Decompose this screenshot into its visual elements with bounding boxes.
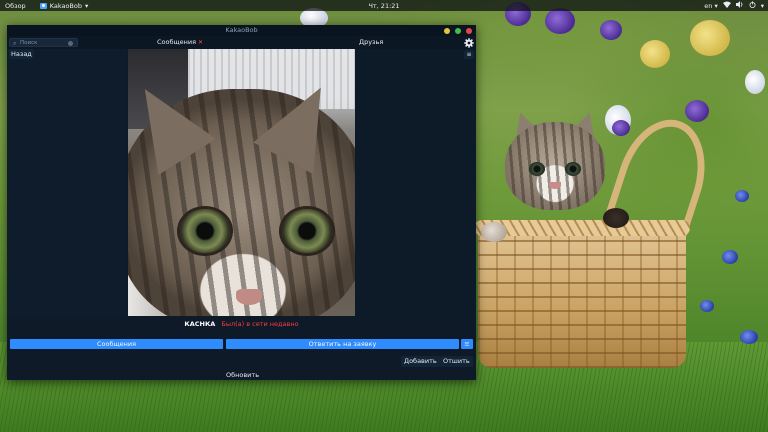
system-tray: en ▾ ▾	[704, 0, 764, 11]
unread-badge: ✕	[198, 39, 204, 46]
clock[interactable]: Чт, 21:21	[0, 2, 768, 10]
app-window: KakaoBob ⌕ Сообщения✕ Друзья Назад	[7, 25, 476, 380]
minimize-button[interactable]	[444, 27, 450, 34]
maximize-button[interactable]	[455, 27, 461, 34]
profile-info: КАСНКА Был(а) в сети недавно	[7, 317, 476, 331]
close-button[interactable]	[466, 27, 472, 34]
flower	[545, 8, 575, 34]
flower	[685, 100, 709, 122]
flower	[745, 70, 765, 94]
reply-request-button[interactable]: Ответить на заявку	[226, 339, 459, 349]
search-icon: ⌕	[13, 40, 17, 47]
profile-photo[interactable]	[128, 49, 355, 316]
power-icon[interactable]	[749, 1, 756, 10]
clear-search-icon[interactable]	[68, 40, 73, 46]
flower	[690, 20, 730, 56]
search-box[interactable]: ⌕	[9, 38, 78, 47]
flower	[735, 190, 749, 202]
volume-icon[interactable]	[735, 1, 744, 10]
flower	[722, 250, 738, 264]
language-label: en	[704, 1, 713, 10]
search-input[interactable]	[20, 39, 66, 46]
online-status: Был(а) в сети недавно	[221, 320, 299, 328]
flower	[700, 300, 714, 312]
messages-button[interactable]: Сообщения	[10, 339, 223, 349]
app-menu-label: KakaoBob	[49, 1, 82, 10]
left-panel: Назад	[7, 49, 127, 317]
network-icon[interactable]	[722, 1, 731, 10]
tab-messages-label: Сообщения	[157, 38, 197, 46]
add-button[interactable]: Добавить	[401, 356, 440, 367]
flower	[640, 40, 670, 68]
back-button[interactable]: Назад	[9, 49, 34, 59]
cat-face	[128, 71, 355, 316]
profile-viewer: ≡	[127, 49, 476, 317]
language-indicator[interactable]: en ▾	[704, 2, 717, 10]
hamburger-icon[interactable]: ≡	[461, 339, 473, 349]
kitten	[481, 107, 629, 242]
tab-messages[interactable]: Сообщения ✕	[157, 36, 203, 49]
reject-button[interactable]: Отшить	[440, 356, 473, 367]
app-icon	[39, 2, 47, 9]
window-titlebar[interactable]: KakaoBob	[7, 25, 476, 36]
gear-icon[interactable]	[464, 37, 474, 48]
activities-button[interactable]: Обзор	[5, 2, 26, 10]
app-menu[interactable]: KakaoBob ▾	[39, 1, 89, 10]
window-title: KakaoBob	[225, 26, 258, 34]
toolbar: ⌕ Сообщения✕ Друзья	[7, 36, 476, 49]
refresh-button[interactable]: Обновить	[226, 370, 259, 380]
flower	[740, 330, 758, 344]
tab-friends[interactable]: Друзья	[359, 36, 383, 49]
flower	[600, 20, 622, 40]
chevron-down-icon[interactable]: ▾	[761, 2, 764, 10]
top-panel: Обзор KakaoBob ▾ Чт, 21:21 en ▾ ▾	[0, 0, 768, 11]
hamburger-icon[interactable]: ≡	[464, 50, 474, 59]
profile-name: КАСНКА	[184, 320, 216, 328]
chevron-down-icon: ▾	[85, 1, 89, 10]
